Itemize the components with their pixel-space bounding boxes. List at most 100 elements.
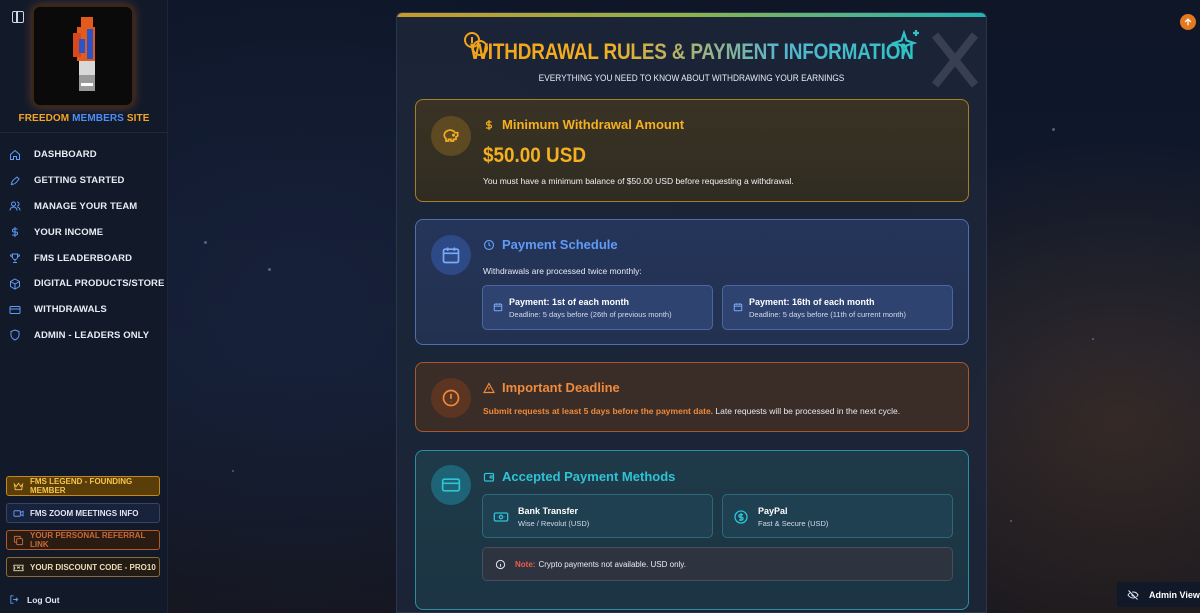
- piggy-bank-icon: [443, 129, 459, 142]
- calendar-icon: [733, 303, 743, 312]
- payment-method-title: PayPal: [758, 506, 788, 516]
- warning-triangle-icon: [483, 381, 495, 393]
- discount-code-label: YOUR DISCOUNT CODE - PRO10: [30, 562, 156, 572]
- payment-note: Note: Crypto payments not available. USD…: [482, 547, 953, 581]
- box-icon: [10, 278, 20, 290]
- site-logo: [32, 5, 134, 107]
- piggy-bank-badge: [431, 116, 471, 156]
- sidebar-item-label: ADMIN - LEADERS ONLY: [34, 329, 150, 341]
- card-gradient-bar: [397, 13, 986, 17]
- sidebar-nav: DASHBOARD GETTING STARTED MANAGE YOUR TE…: [0, 142, 168, 348]
- logout-icon: [10, 595, 19, 604]
- sidebar-item-label: DASHBOARD: [34, 149, 97, 161]
- note-label: Note:: [515, 559, 536, 569]
- shield-icon: [10, 329, 20, 342]
- title-part2: PAYMENT INFORMATION: [689, 39, 914, 64]
- payment-method-sub: Wise / Revolut (USD): [518, 519, 590, 528]
- site-name-part3: SITE: [123, 113, 150, 124]
- alert-badge: [431, 378, 471, 418]
- sidebar-item-label: GETTING STARTED: [34, 175, 125, 187]
- banknote-icon: [493, 512, 509, 522]
- dollar-icon: [485, 119, 493, 130]
- background-star: [232, 470, 234, 472]
- schedule-item-deadline: Deadline: 5 days before (26th of previou…: [509, 310, 672, 319]
- sidebar-item-admin[interactable]: ADMIN - LEADERS ONLY: [0, 323, 168, 349]
- zoom-meetings-button[interactable]: FMS ZOOM MEETINGS INFO: [6, 503, 160, 523]
- referral-link-button[interactable]: YOUR PERSONAL REFERRAL LINK: [6, 530, 160, 550]
- info-icon: [495, 559, 506, 569]
- sidebar-toggle-icon[interactable]: [12, 11, 24, 23]
- note-text: Crypto payments not available. USD only.: [538, 559, 686, 569]
- ticket-icon: [13, 564, 24, 571]
- payment-methods-section: Accepted Payment Methods Bank Transfer W…: [415, 450, 969, 610]
- title-part1: WITHDRAWAL RULES &: [469, 39, 690, 64]
- background-star: [204, 241, 207, 244]
- legend-button[interactable]: FMS LEGEND - FOUNDING MEMBER: [6, 476, 160, 496]
- schedule-title-text: Payment Schedule: [502, 237, 618, 252]
- logout-label: Log Out: [27, 594, 60, 605]
- logout-button[interactable]: Log Out: [9, 594, 60, 605]
- sidebar-item-label: YOUR INCOME: [34, 226, 104, 238]
- dollar-circle-icon: [734, 510, 748, 524]
- sidebar-item-manage-team[interactable]: MANAGE YOUR TEAM: [0, 194, 168, 220]
- zoom-meetings-label: FMS ZOOM MEETINGS INFO: [30, 508, 139, 518]
- schedule-item-title: Payment: 16th of each month: [749, 297, 875, 307]
- sidebar-item-label: FMS LEADERBOARD: [34, 252, 133, 264]
- sidebar-item-label: MANAGE YOUR TEAM: [34, 200, 138, 212]
- sparkle-icon: [891, 29, 919, 57]
- sidebar-item-leaderboard[interactable]: FMS LEADERBOARD: [0, 245, 168, 271]
- credit-card-icon: [441, 478, 461, 492]
- site-name: FREEDOM MEMBERS SITE: [0, 113, 168, 124]
- sidebar-item-your-income[interactable]: YOUR INCOME: [0, 219, 168, 245]
- background-star: [1092, 338, 1094, 340]
- schedule-section-title: Payment Schedule: [483, 237, 618, 252]
- withdrawal-info-card: WITHDRAWAL RULES & PAYMENT INFORMATION E…: [396, 12, 987, 613]
- rocket-icon: [10, 176, 20, 186]
- page-subtitle: EVERYTHING YOU NEED TO KNOW ABOUT WITHDR…: [538, 73, 845, 83]
- background-star: [1052, 128, 1055, 131]
- admin-view-toggle[interactable]: Admin View: [1117, 582, 1200, 607]
- payment-title-text: Accepted Payment Methods: [502, 469, 676, 484]
- payment-schedule-section: Payment Schedule Withdrawals are process…: [415, 219, 969, 345]
- payment-method-bank: Bank Transfer Wise / Revolut (USD): [482, 494, 713, 538]
- minimum-description: You must have a minimum balance of $50.0…: [483, 176, 794, 186]
- sidebar-item-dashboard[interactable]: DASHBOARD: [0, 142, 168, 168]
- minimum-title-text: Minimum Withdrawal Amount: [502, 117, 685, 132]
- schedule-item-deadline: Deadline: 5 days before (11th of current…: [749, 310, 907, 319]
- deadline-title-text: Important Deadline: [502, 380, 620, 395]
- home-icon: [10, 149, 20, 160]
- legend-button-label: FMS LEGEND - FOUNDING MEMBER: [30, 477, 133, 495]
- arrow-up-icon: [1184, 18, 1192, 26]
- logo-figure-icon: [73, 17, 95, 91]
- payment-method-sub: Fast & Secure (USD): [758, 519, 829, 528]
- schedule-item-title: Payment: 1st of each month: [509, 297, 630, 307]
- minimum-amount: $50.00 USD: [483, 144, 586, 167]
- schedule-item: Payment: 16th of each month Deadline: 5 …: [722, 285, 953, 330]
- crown-icon: [13, 482, 24, 490]
- sidebar-item-withdrawals[interactable]: WITHDRAWALS: [0, 297, 168, 323]
- calendar-badge: [431, 235, 471, 275]
- schedule-description: Withdrawals are processed twice monthly:: [483, 266, 642, 276]
- background-star: [268, 268, 271, 271]
- sidebar-item-getting-started[interactable]: GETTING STARTED: [0, 168, 168, 194]
- discount-code-button[interactable]: YOUR DISCOUNT CODE - PRO10: [6, 557, 160, 577]
- eye-off-icon: [1127, 589, 1139, 600]
- payment-method-paypal: PayPal Fast & Secure (USD): [722, 494, 953, 538]
- deadline-description: Submit requests at least 5 days before t…: [483, 406, 900, 416]
- dollar-icon: [12, 227, 18, 238]
- copy-icon: [13, 535, 24, 545]
- payment-section-title: Accepted Payment Methods: [483, 469, 675, 484]
- sidebar-divider: [0, 132, 168, 133]
- card-badge: [431, 465, 471, 505]
- schedule-item: Payment: 1st of each month Deadline: 5 d…: [482, 285, 713, 330]
- sidebar-item-digital-products[interactable]: DIGITAL PRODUCTS/STORE: [0, 271, 168, 297]
- trophy-icon: [9, 253, 21, 264]
- scroll-to-top-button[interactable]: [1180, 14, 1196, 30]
- deadline-rest: Late requests will be processed in the n…: [713, 406, 901, 416]
- deadline-highlight: Submit requests at least 5 days before t…: [483, 406, 714, 416]
- minimum-section-title: Minimum Withdrawal Amount: [483, 117, 684, 132]
- deadline-section-title: Important Deadline: [483, 380, 620, 395]
- sidebar-item-label: DIGITAL PRODUCTS/STORE: [34, 278, 165, 290]
- sidebar-item-label: WITHDRAWALS: [34, 304, 107, 316]
- sidebar: FREEDOM MEMBERS SITE DASHBOARD GETTING S…: [0, 0, 168, 613]
